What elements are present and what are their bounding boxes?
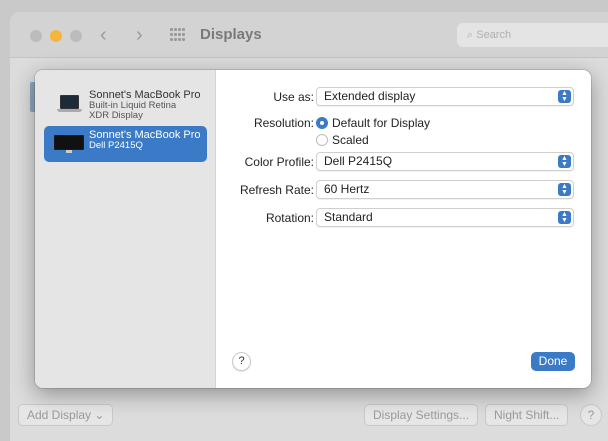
search-placeholder: Search [476, 29, 512, 41]
done-button[interactable]: Done [531, 352, 575, 371]
radio-unselected-icon [316, 134, 328, 146]
use-as-select[interactable]: Extended display ▲ ▼ [316, 87, 574, 106]
show-all-grid-icon[interactable] [170, 28, 186, 42]
add-display-label: Add Display [27, 408, 92, 422]
monitor-icon [54, 135, 84, 153]
close-window-button[interactable] [30, 30, 42, 42]
rotation-value: Standard [324, 210, 373, 224]
color-profile-value: Dell P2415Q [324, 154, 393, 168]
resolution-scaled-label: Scaled [332, 133, 369, 147]
refresh-rate-select[interactable]: 60 Hertz ▲ ▼ [316, 180, 574, 199]
color-profile-select[interactable]: Dell P2415Q ▲ ▼ [316, 152, 574, 171]
use-as-value: Extended display [324, 89, 416, 103]
rotation-select[interactable]: Standard ▲ ▼ [316, 208, 574, 227]
resolution-label: Resolution: [253, 116, 314, 130]
chevron-updown-icon: ▲ ▼ [558, 211, 571, 224]
display-settings-sheet: Sonnet's MacBook Pro Built-in Liquid Ret… [35, 70, 591, 388]
display-item-dell[interactable]: Sonnet's MacBook Pro Dell P2415Q [44, 126, 207, 162]
sheet-help-button[interactable]: ? [232, 352, 251, 371]
refresh-rate-value: 60 Hertz [324, 182, 370, 196]
rotation-label: Rotation: [265, 211, 314, 225]
minimize-window-button[interactable] [50, 30, 62, 42]
display-settings-button[interactable]: Display Settings... [364, 404, 479, 426]
display-list-sidebar: Sonnet's MacBook Pro Built-in Liquid Ret… [35, 70, 216, 388]
laptop-icon [57, 95, 82, 113]
resolution-scaled-radio[interactable]: Scaled [316, 133, 369, 147]
refresh-rate-label: Refresh Rate: [239, 183, 314, 197]
chevron-updown-icon: ▲ ▼ [558, 183, 571, 196]
help-button[interactable]: ? [580, 404, 602, 426]
display-subtitle: Dell P2415Q [89, 140, 143, 151]
back-arrow-icon[interactable]: ‹ [100, 24, 107, 46]
chevron-down-icon: ⌄ [94, 408, 105, 422]
night-shift-button[interactable]: Night Shift... [485, 404, 569, 426]
search-input[interactable]: ⌕ Search [457, 23, 608, 47]
search-icon: ⌕ [467, 29, 474, 41]
forward-arrow-icon[interactable]: › [136, 24, 143, 46]
titlebar: ‹ › Displays ⌕ Search [10, 12, 608, 58]
chevron-updown-icon: ▲ ▼ [558, 155, 571, 168]
use-as-label: Use as: [273, 90, 314, 104]
chevron-updown-icon: ▲ ▼ [558, 90, 571, 103]
add-display-button[interactable]: Add Display ⌄ [18, 404, 114, 426]
resolution-default-radio[interactable]: Default for Display [316, 116, 430, 130]
radio-selected-icon [316, 117, 328, 129]
display-subtitle-2: XDR Display [89, 110, 143, 121]
resolution-default-label: Default for Display [332, 116, 431, 130]
display-item-builtin[interactable]: Sonnet's MacBook Pro Built-in Liquid Ret… [44, 86, 207, 126]
color-profile-label: Color Profile: [244, 155, 314, 169]
window-title: Displays [200, 26, 262, 43]
zoom-window-button[interactable] [70, 30, 82, 42]
